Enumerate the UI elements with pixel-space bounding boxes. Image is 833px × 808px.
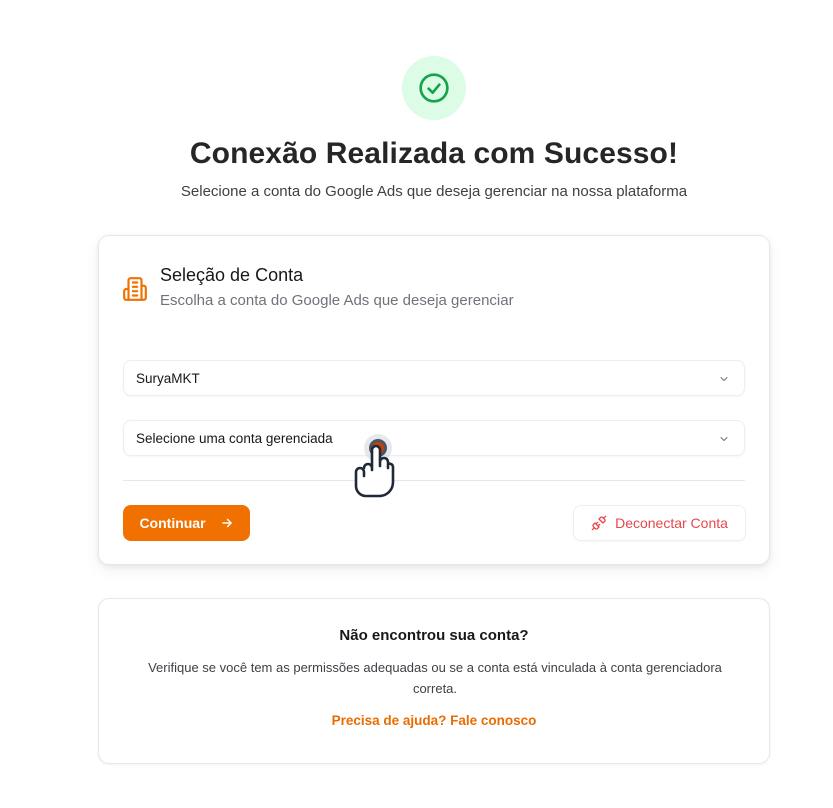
account-select-value: SuryaMKT <box>136 370 200 386</box>
managed-account-placeholder: Selecione uma conta gerenciada <box>136 430 333 446</box>
contact-support-link[interactable]: Precisa de ajuda? Fale conosco <box>99 713 769 728</box>
help-title: Não encontrou sua conta? <box>339 627 529 644</box>
arrow-right-icon <box>221 518 232 528</box>
divider <box>123 480 745 481</box>
help-card: Não encontrou sua conta? Verifique se vo… <box>98 598 770 764</box>
card-subtitle: Escolha a conta do Google Ads que deseja… <box>160 292 514 309</box>
account-select[interactable]: SuryaMKT <box>123 360 745 396</box>
continue-button[interactable]: Continuar <box>123 505 250 541</box>
chevron-down-icon <box>720 377 728 381</box>
card-title: Seleção de Conta <box>160 265 304 285</box>
help-text: Verifique se você tem as permissões adeq… <box>148 660 722 696</box>
success-badge <box>402 56 466 120</box>
building-icon <box>123 277 147 301</box>
chevron-down-icon <box>720 437 728 441</box>
account-selection-card: Seleção de Conta Escolha a conta do Goog… <box>98 235 770 565</box>
managed-account-select[interactable]: Selecione uma conta gerenciada <box>123 420 745 456</box>
disconnect-account-button[interactable]: Deconectar Conta <box>573 505 746 541</box>
disconnect-label: Deconectar Conta <box>615 515 728 531</box>
unplug-icon <box>591 515 607 531</box>
page-title: Conexão Realizada com Sucesso! <box>189 137 679 170</box>
continue-label: Continuar <box>139 515 206 531</box>
check-circle-icon <box>419 73 449 103</box>
page-subtitle: Selecione a conta do Google Ads que dese… <box>180 183 688 200</box>
